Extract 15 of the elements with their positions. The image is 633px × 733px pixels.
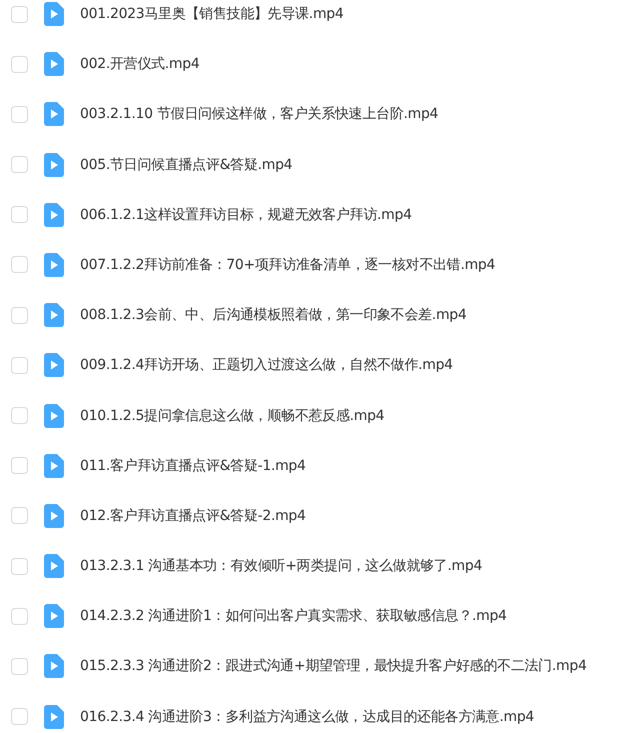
file-name[interactable]: 015.2.3.3 沟通进阶2：跟进式沟通+期望管理，最快提升客户好感的不二法门.mp4 [80,657,587,676]
file-name[interactable]: 006.1.2.1这样设置拜访目标，规避无效客户拜访.mp4 [80,206,412,224]
file-name[interactable]: 009.1.2.4拜访开场、正题切入过渡这么做，自然不做作.mp4 [80,356,453,374]
file-name[interactable]: 002.开营仪式.mp4 [80,55,200,74]
file-name[interactable]: 013.2.3.1 沟通基本功：有效倾听+两类提问，这么做就够了.mp4 [80,557,482,576]
file-name[interactable]: 012.客户拜访直播点评&答疑-2.mp4 [80,506,306,525]
file-name[interactable]: 016.2.3.4 沟通进阶3：多利益方沟通这么做，达成目的还能各方满意.mp4 [80,708,534,726]
file-name[interactable]: 007.1.2.2拜访前准备：70+项拜访准备清单，逐一核对不出错.mp4 [80,256,496,274]
file-name[interactable]: 011.客户拜访直播点评&答疑-1.mp4 [80,456,306,475]
file-name[interactable]: 003.2.1.10 节假日问候这样做，客户关系快速上台阶.mp4 [80,105,438,124]
file-name[interactable]: 008.1.2.3会前、中、后沟通模板照着做，第一印象不会差.mp4 [80,306,466,324]
file-name[interactable]: 014.2.3.2 沟通进阶1：如何问出客户真实需求、获取敏感信息？.mp4 [80,607,507,626]
file-name[interactable]: 001.2023马里奥【销售技能】先导课.mp4 [80,5,344,23]
file-name[interactable]: 005.节日问候直播点评&答疑.mp4 [80,156,292,174]
file-name[interactable]: 010.1.2.5提问拿信息这么做，顺畅不惹反感.mp4 [80,406,384,424]
